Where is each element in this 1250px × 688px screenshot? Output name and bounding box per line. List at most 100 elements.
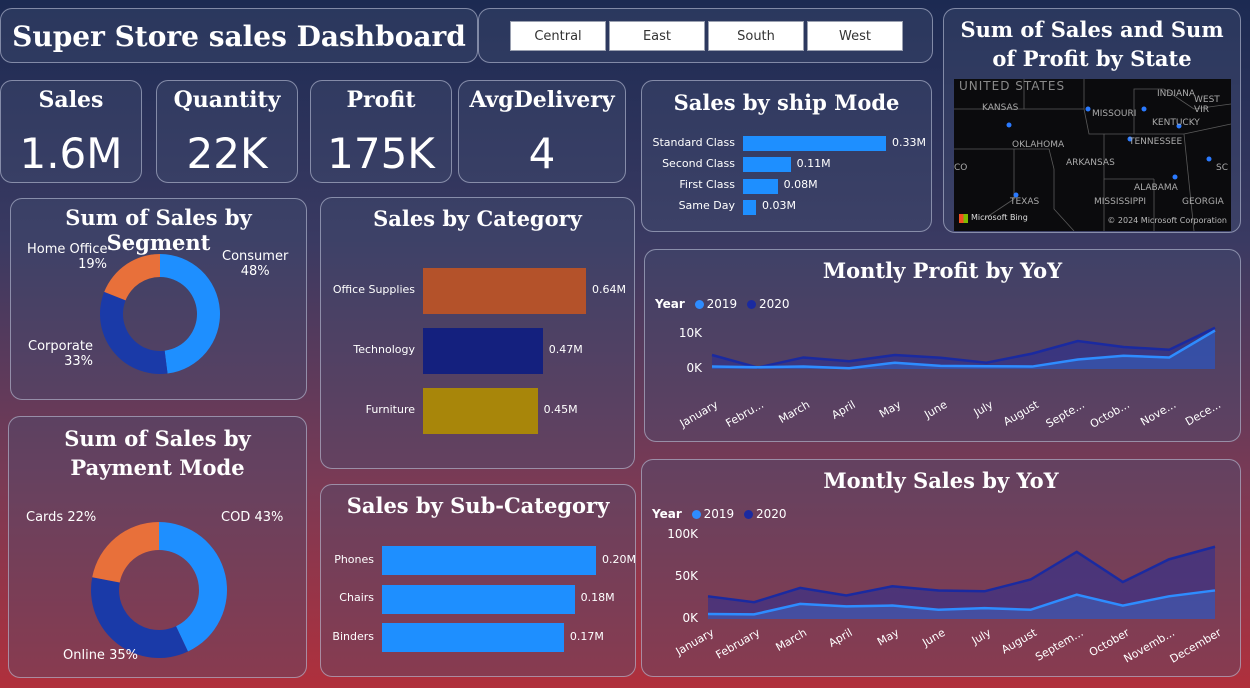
subcategory-label: Chairs (339, 591, 374, 604)
map-label: TENNESSEE (1129, 137, 1183, 147)
map-label: MISSISSIPPI (1094, 197, 1147, 207)
subcategory-bar[interactable] (382, 546, 596, 575)
sales-yoy-card: Montly Sales by YoY Year 2019 2020 100K 5… (641, 459, 1241, 677)
segment-consumer-name: Consumer (222, 249, 289, 264)
region-west-button[interactable]: West (807, 21, 903, 51)
map-title: Sum of Sales and Sum of Profit by State (960, 17, 1224, 71)
map-label: SC (1216, 163, 1228, 173)
kpi-quantity-label: Quantity (173, 87, 281, 113)
shipmode-card: Sales by ship Mode Standard Class 0.33M Se… (641, 80, 932, 232)
sales-ytick: 0K (682, 611, 698, 625)
subcategory-value: 0.17M (569, 629, 604, 643)
kpi-sales-value: 1.6M (19, 129, 123, 178)
map-label: WEST VIR (1194, 95, 1220, 115)
payment-label-cards: Cards 22% (26, 510, 97, 525)
payment-donut[interactable] (9, 417, 308, 679)
shipmode-bar[interactable] (743, 136, 886, 151)
subcategory-bar[interactable] (382, 584, 575, 614)
map-label: ALABAMA (1134, 183, 1178, 193)
category-label: Furniture (365, 403, 415, 416)
sales-ytick: 50K (674, 569, 698, 583)
map-label: KANSAS (982, 103, 1019, 113)
region-east-button[interactable]: East (609, 21, 705, 51)
kpi-delivery-card: AvgDelivery 4 (458, 80, 626, 183)
profit-ytick: 0K (686, 361, 702, 375)
map-copyright: © 2024 Microsoft Corporation (1107, 216, 1227, 225)
kpi-profit-label: Profit (346, 87, 416, 113)
segment-label-home-office: Home Office 19% (27, 242, 107, 272)
category-value: 0.47M (548, 343, 583, 356)
payment-card: Sum of Sales by Payment Mode COD 43% Car… (8, 416, 307, 678)
payment-slice-online[interactable] (91, 577, 188, 658)
category-value: 0.45M (543, 403, 578, 416)
kpi-sales-card: Sales 1.6M (0, 80, 142, 183)
state-map[interactable]: UNITED STATES KANSAS MISSOURI INDIANA WE… (954, 79, 1231, 231)
segment-slice-corporate[interactable] (100, 291, 168, 374)
shipmode-title: Sales by ship Mode (673, 90, 900, 115)
category-bar[interactable] (423, 328, 543, 374)
map-label: MISSOURI (1092, 109, 1137, 119)
map-label: OKLAHOMA (1012, 140, 1065, 150)
segment-card: Sum of Sales by Segment Consumer 48% Hom… (10, 198, 307, 400)
payment-label-online: Online 35% (63, 648, 138, 663)
region-south-button[interactable]: South (708, 21, 804, 51)
subcategory-value: 0.20M (602, 552, 636, 566)
region-slicer: Central East South West (478, 8, 933, 63)
profit-yoy-card: Montly Profit by YoY Year 2019 2020 10K 0… (644, 249, 1241, 442)
segment-home-office-name: Home Office (27, 242, 108, 257)
shipmode-bar[interactable] (743, 157, 791, 173)
map-label: UNITED STATES (959, 79, 1066, 93)
shipmode-value: 0.33M (892, 135, 926, 149)
segment-donut[interactable] (11, 199, 308, 401)
shipmode-bar[interactable] (743, 178, 778, 194)
shipmode-value: 0.03M (762, 199, 796, 213)
sales-ytick: 100K (667, 527, 698, 541)
shipmode-label: First Class (679, 178, 735, 192)
segment-label-corporate: Corporate 33% (13, 339, 93, 369)
subcategory-card: Sales by Sub-Category Phones 0.20M Chairs 0… (320, 484, 636, 677)
title-card: Super Store sales Dashboard (0, 8, 478, 63)
shipmode-label: Standard Class (652, 135, 735, 149)
map-borders (954, 79, 1231, 231)
shipmode-value: 0.08M (783, 178, 818, 192)
map-label: CO (954, 163, 968, 173)
category-title: Sales by Category (373, 206, 582, 231)
kpi-sales-label: Sales (38, 87, 104, 113)
map-label: ARKANSAS (1066, 158, 1115, 168)
shipmode-value: 0.11M (796, 156, 831, 170)
subcategory-value: 0.18M (580, 591, 615, 604)
kpi-profit-card: Profit 175K (310, 80, 452, 183)
segment-consumer-pct: 48% (240, 264, 270, 279)
payment-slice-cards[interactable] (92, 522, 159, 583)
kpi-quantity-value: 22K (186, 129, 268, 178)
subcategory-label: Binders (332, 629, 374, 643)
map-label: INDIANA (1157, 89, 1196, 99)
subcategory-label: Phones (334, 552, 374, 566)
payment-label-cod: COD 43% (221, 510, 284, 525)
category-value: 0.64M (592, 283, 626, 296)
bing-logo (959, 214, 968, 223)
segment-slice-consumer[interactable] (160, 254, 221, 374)
bing-label: Microsoft Bing (971, 213, 1028, 222)
kpi-delivery-label: AvgDelivery (469, 87, 615, 113)
kpi-profit-value: 175K (327, 129, 435, 178)
map-label: KENTUCKY (1152, 118, 1200, 128)
category-card: Sales by Category Office Supplies 0.64M Te… (320, 197, 635, 469)
kpi-quantity-card: Quantity 22K (156, 80, 298, 183)
category-bar[interactable] (423, 388, 538, 434)
segment-corporate-pct: 33% (64, 354, 93, 369)
map-card: Sum of Sales and Sum of Profit by State … (943, 8, 1241, 233)
segment-label-consumer: Consumer 48% (222, 249, 288, 279)
shipmode-bar[interactable] (743, 199, 756, 215)
shipmode-label: Second Class (662, 156, 735, 170)
map-label: TEXAS (1010, 197, 1040, 207)
segment-slice-home-office[interactable] (104, 254, 160, 301)
map-label: GEORGIA (1182, 197, 1224, 207)
kpi-delivery-value: 4 (528, 129, 556, 178)
subcategory-title: Sales by Sub-Category (346, 493, 610, 518)
profit-ytick: 10K (678, 326, 702, 340)
category-label: Office Supplies (332, 283, 415, 296)
subcategory-bar[interactable] (382, 623, 564, 652)
category-bar[interactable] (423, 268, 586, 314)
region-central-button[interactable]: Central (510, 21, 606, 51)
